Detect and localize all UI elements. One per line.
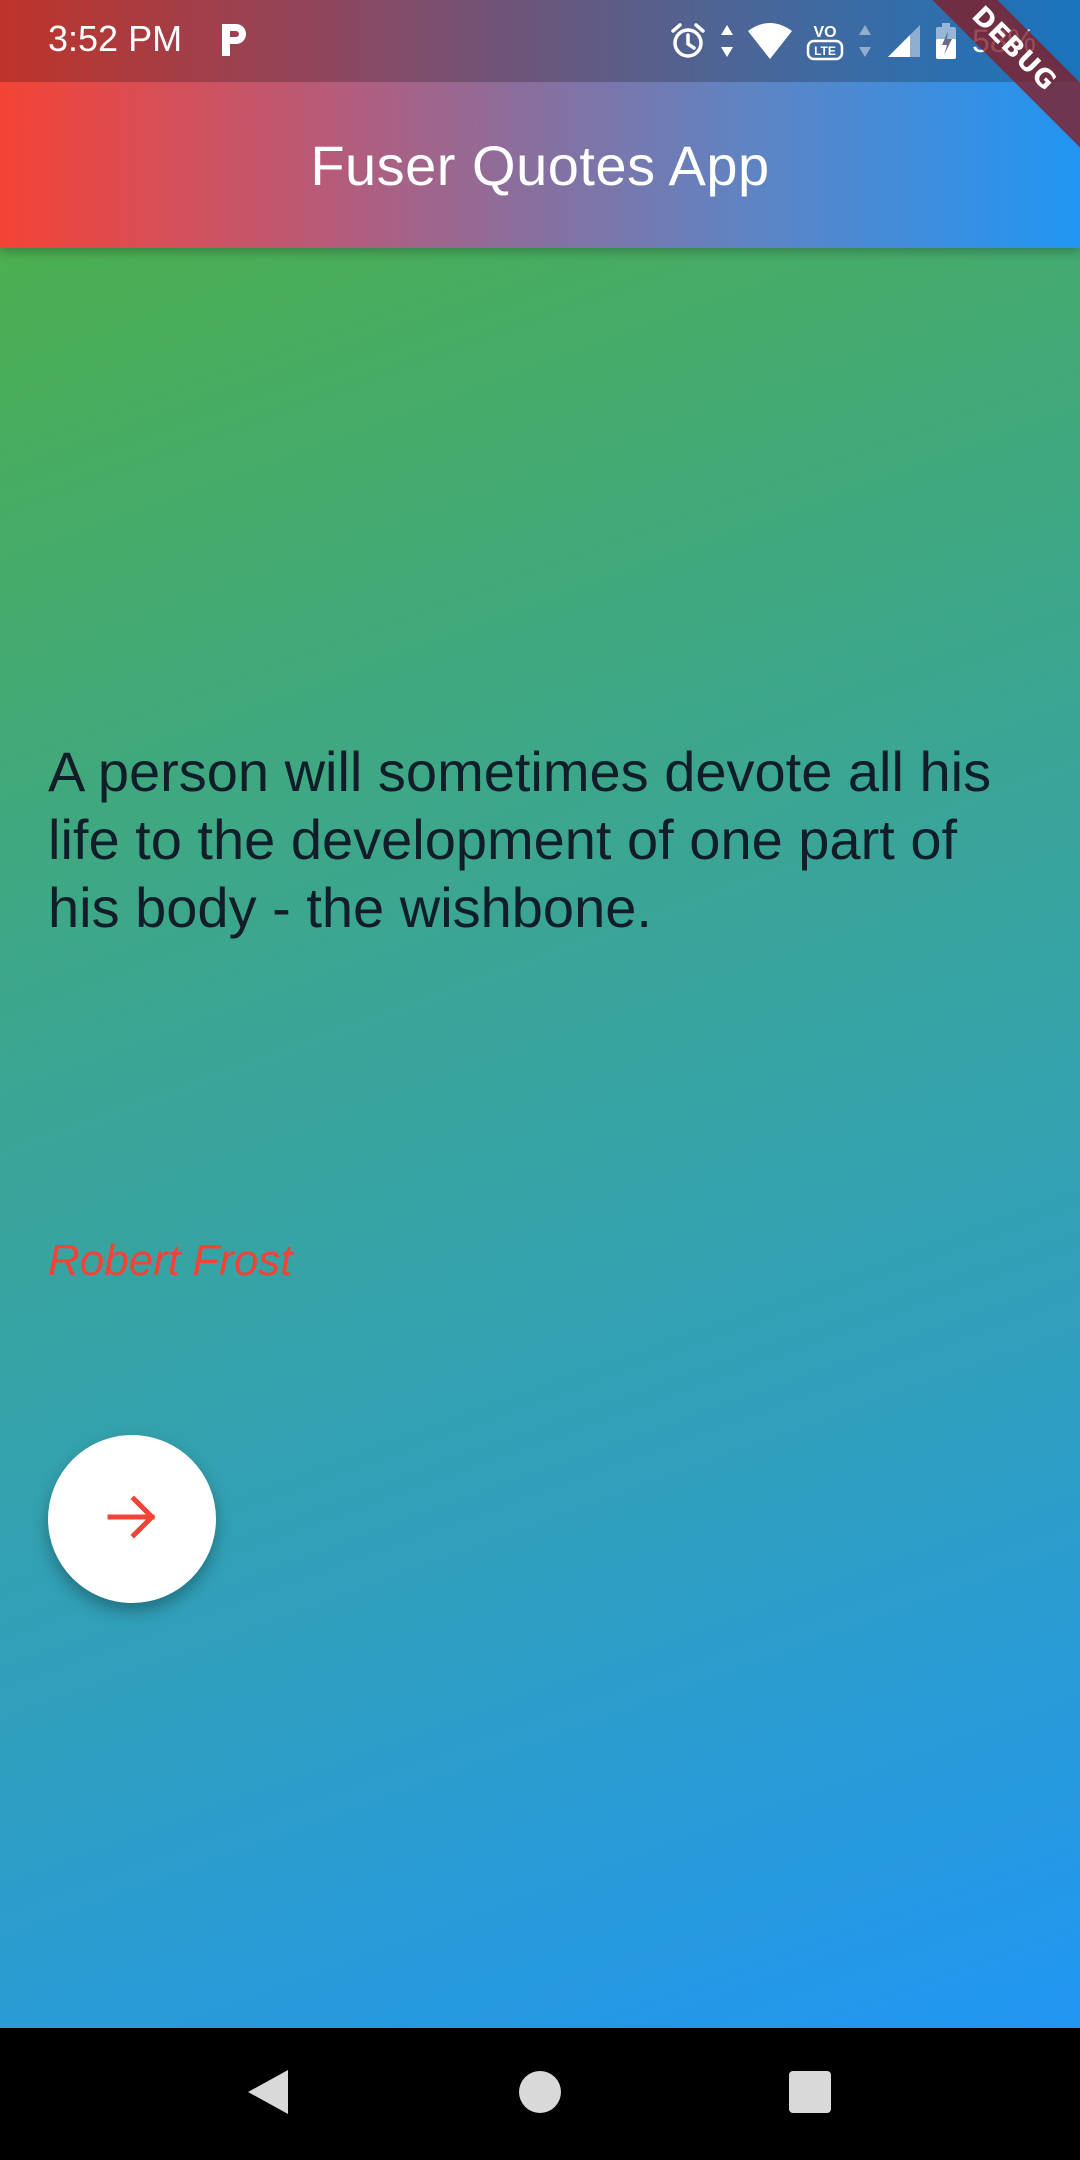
alarm-icon [668,21,708,61]
app-bar: Fuser Quotes App [0,82,1080,248]
data-arrows-dim-icon [856,21,874,61]
quote-content-area [0,248,1080,2028]
recents-icon [787,2069,833,2119]
quote-text: A person will sometimes devote all his l… [48,740,992,939]
data-arrows-icon [718,21,736,61]
volte-icon: VO LTE [804,19,846,63]
status-bar: 3:52 PM VO LTE [0,0,1080,82]
lte-text: LTE [814,44,836,58]
volte-text: VO [813,24,836,41]
top-header: 3:52 PM VO LTE Fuser Quotes App DEBUG [0,0,1080,248]
nav-home-button[interactable] [504,2058,576,2130]
home-icon [517,2069,563,2119]
app-screen: 3:52 PM VO LTE Fuser Quotes App DEBUG A … [0,0,1080,2160]
battery-icon [934,21,958,61]
nav-back-button[interactable] [232,2058,304,2130]
wifi-icon [746,21,794,61]
p-app-icon [218,20,252,60]
back-icon [244,2066,292,2122]
signal-icon [884,21,924,61]
navigation-bar [0,2028,1080,2160]
nav-recents-button[interactable] [774,2058,846,2130]
next-quote-button[interactable] [48,1435,216,1603]
arrow-right-icon [104,1489,160,1549]
app-title: Fuser Quotes App [310,133,770,197]
status-time: 3:52 PM [48,18,183,59]
quote-author: Robert Frost [48,1236,293,1285]
